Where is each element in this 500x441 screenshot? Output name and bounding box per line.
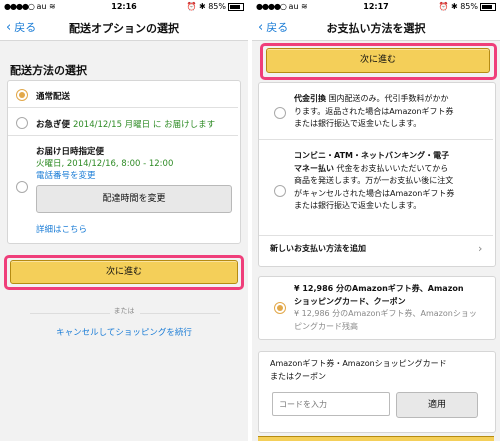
cancel-link[interactable]: キャンセルしてショッピングを続行 bbox=[0, 326, 248, 338]
change-phone-link[interactable]: 電話番号を変更 bbox=[36, 169, 96, 181]
battery-icon bbox=[228, 2, 244, 11]
bluetooth-icon: ✱ bbox=[198, 2, 206, 11]
divider bbox=[8, 135, 238, 136]
convenience-title: コンビニ・ATM・ネットバンキング・電子 bbox=[294, 151, 450, 160]
chevron-right-icon: › bbox=[478, 242, 483, 255]
option-scheduled-label: お届け日時指定便 bbox=[36, 147, 105, 157]
divider-right bbox=[140, 313, 220, 314]
alarm-icon: ⏰ bbox=[438, 2, 449, 11]
divider bbox=[259, 139, 493, 140]
cod-desc-1: 国内配送のみ。代引手数料がかか bbox=[326, 94, 449, 103]
status-bar: ●●●●○ au ≋ 12:16 ⏰ ✱ 85% bbox=[0, 0, 248, 14]
gift-code-label-1: Amazonギフト券・Amazonショッピングカード bbox=[270, 359, 447, 368]
option-scheduled-date: 火曜日, 2014/12/16, 8:00 - 12:00 bbox=[36, 159, 174, 169]
gift-code-label: Amazonギフト券・Amazonショッピングカード またはクーポン bbox=[270, 358, 490, 383]
divider bbox=[259, 235, 493, 236]
apply-button[interactable]: 適用 bbox=[396, 392, 478, 418]
right-screen: ●●●●○ au ≋ 12:17 ⏰ ✱ 85% ‹ 戻る お支払い方法を選択 次… bbox=[252, 0, 500, 441]
next-button[interactable]: 次に進む bbox=[266, 48, 490, 73]
convenience-option: コンビニ・ATM・ネットバンキング・電子 マネー払い 代金をお支払いいただいてか… bbox=[294, 150, 490, 213]
convenience-desc-2: 商品を発送します。万が一お支払い後に注文 bbox=[294, 176, 454, 185]
giftcard-option: ¥ 12,986 分のAmazonギフト券、Amazon ショッピングカード、ク… bbox=[294, 283, 490, 333]
add-payment-link[interactable]: 新しいお支払い方法を追加 bbox=[270, 243, 366, 256]
radio-express-delivery[interactable] bbox=[16, 117, 28, 129]
radio-cod[interactable] bbox=[274, 107, 286, 119]
cod-desc-2: ります。返品された場合はAmazonギフト券 bbox=[294, 106, 454, 116]
battery-icon bbox=[480, 2, 496, 11]
bottom-button-edge bbox=[258, 436, 494, 441]
cod-desc-3: または銀行振込で返金いたします。 bbox=[294, 119, 422, 128]
convenience-title-2: マネー払い bbox=[294, 163, 334, 173]
cod-title: 代金引換 bbox=[294, 94, 326, 103]
page-title: お支払い方法を選択 bbox=[326, 22, 426, 35]
change-time-button[interactable]: 配達時間を変更 bbox=[36, 185, 232, 213]
giftcard-sub-2: ピングカード残高 bbox=[294, 321, 358, 331]
giftcard-title-2: ショッピングカード、クーポン bbox=[294, 296, 406, 306]
cod-option: 代金引換 国内配送のみ。代引手数料がかか ります。返品された場合はAmazonギ… bbox=[294, 93, 490, 131]
option-express-date: 2014/12/15 月曜日 に お届けします bbox=[72, 120, 216, 130]
battery: ⏰ ✱ 85% bbox=[438, 2, 496, 11]
option-express: お急ぎ便 2014/12/15 月曜日 に お届けします bbox=[36, 118, 215, 130]
battery-percent: 85% bbox=[460, 2, 478, 11]
alarm-icon: ⏰ bbox=[186, 2, 197, 11]
gift-code-label-2: またはクーポン bbox=[270, 371, 326, 381]
convenience-desc-1: 代金をお支払いいただいてから bbox=[334, 163, 449, 173]
giftcard-title-1: ¥ 12,986 分のAmazonギフト券、Amazon bbox=[294, 284, 464, 293]
option-standard-label: 通常配送 bbox=[36, 92, 71, 102]
nav-bar: ‹ 戻る お支払い方法を選択 bbox=[252, 14, 500, 41]
nav-bar: ‹ 戻る 配送オプションの選択 bbox=[0, 14, 248, 41]
convenience-desc-4: または銀行振込で返金いたします。 bbox=[294, 201, 422, 210]
bluetooth-icon: ✱ bbox=[450, 2, 458, 11]
gift-code-input[interactable] bbox=[272, 392, 390, 416]
radio-standard-delivery[interactable] bbox=[16, 89, 28, 101]
option-express-label: お急ぎ便 bbox=[36, 120, 71, 130]
status-bar: ●●●●○ au ≋ 12:17 ⏰ ✱ 85% bbox=[252, 0, 500, 14]
page-title: 配送オプションの選択 bbox=[69, 22, 179, 35]
left-screen: ●●●●○ au ≋ 12:16 ⏰ ✱ 85% ‹ 戻る 配送オプションの選択 … bbox=[0, 0, 248, 441]
radio-convenience[interactable] bbox=[274, 185, 286, 197]
convenience-desc-3: がキャンセルされた場合はAmazonギフト券 bbox=[294, 188, 455, 198]
giftcard-sub-1: ¥ 12,986 分のAmazonギフト券、Amazonショッ bbox=[294, 309, 477, 318]
radio-giftcard[interactable] bbox=[274, 302, 286, 314]
divider bbox=[8, 107, 238, 108]
battery-percent: 85% bbox=[208, 2, 226, 11]
section-title: 配送方法の選択 bbox=[10, 64, 87, 77]
details-link[interactable]: 詳細はこちら bbox=[36, 223, 87, 235]
radio-scheduled-delivery[interactable] bbox=[16, 181, 28, 193]
or-text: または bbox=[113, 307, 135, 315]
battery: ⏰ ✱ 85% bbox=[186, 2, 244, 11]
next-button[interactable]: 次に進む bbox=[10, 260, 238, 284]
